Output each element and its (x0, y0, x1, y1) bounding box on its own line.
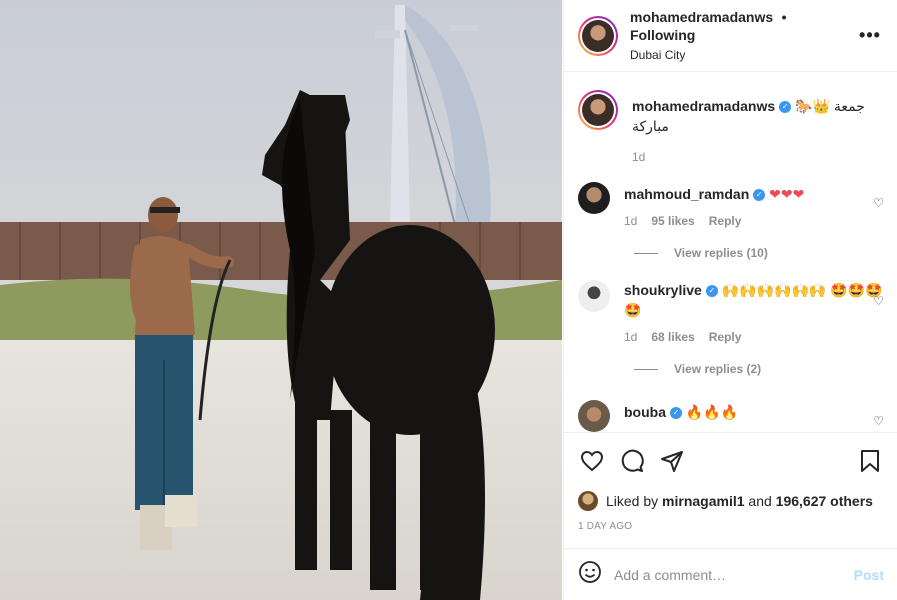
commenter-username[interactable]: bouba (624, 404, 666, 420)
likes-others-count[interactable]: 196,627 others (776, 493, 873, 509)
post-location[interactable]: Dubai City (630, 48, 856, 62)
more-options-icon[interactable]: ••• (856, 25, 884, 46)
following-button[interactable]: Following (630, 27, 695, 43)
view-replies-label: View replies (10) (674, 246, 768, 260)
reply-button[interactable]: Reply (709, 330, 742, 344)
liked-by-label: Liked by (606, 493, 659, 509)
comment-text: ❤❤❤ (769, 186, 805, 202)
heart-outline-icon[interactable] (578, 447, 606, 475)
likes-and: and (748, 493, 772, 509)
caption-username[interactable]: mohamedramadanws (632, 98, 775, 114)
comment-like-heart-icon[interactable]: ♡ (873, 196, 884, 210)
comment-like-heart-icon[interactable]: ♡ (873, 294, 884, 308)
comment-like-heart-icon[interactable]: ♡ (873, 414, 884, 428)
commenter-avatar[interactable] (578, 182, 610, 214)
view-replies-button[interactable]: View replies (2) (634, 362, 884, 376)
liker-avatar[interactable] (578, 491, 598, 511)
post-comment-button[interactable]: Post (854, 567, 884, 583)
liker-username[interactable]: mirnagamil1 (662, 493, 744, 509)
bookmark-icon[interactable] (856, 447, 884, 475)
post-side-panel: mohamedramadanws • Following Dubai City … (563, 0, 897, 600)
smiley-icon[interactable] (578, 560, 602, 589)
photo-illustration (0, 0, 562, 600)
comment-item: shoukrylive ✓ 🙌🙌🙌🙌🙌🙌 🤩🤩🤩🤩 1d 68 likes Rep… (578, 280, 884, 344)
post-time-ago[interactable]: 1 DAY AGO (578, 521, 884, 532)
commenter-avatar[interactable] (578, 400, 610, 432)
verified-badge-icon: ✓ (753, 189, 766, 202)
caption: mohamedramadanws ✓ 🐎👑 جمعة مباركة 1d (578, 90, 884, 164)
view-replies-label: View replies (2) (674, 362, 762, 376)
comment-item: mahmoud_ramdan ✓ ❤❤❤ 1d 95 likes Reply ♡ (578, 182, 884, 228)
comment-time[interactable]: 1d (624, 214, 637, 228)
author-username[interactable]: mohamedramadanws (630, 9, 773, 25)
comments-list[interactable]: mohamedramadanws ✓ 🐎👑 جمعة مباركة 1d mahm… (564, 73, 897, 432)
post-header: mohamedramadanws • Following Dubai City … (564, 0, 897, 72)
comment-time[interactable]: 1d (624, 330, 637, 344)
speech-bubble-icon[interactable] (618, 447, 646, 475)
verified-badge-icon: ✓ (705, 285, 718, 298)
likes-summary: Liked by mirnagamil1 and 196,627 others (578, 491, 884, 511)
caption-time[interactable]: 1d (632, 150, 645, 164)
verified-badge-icon: ✓ (670, 407, 682, 420)
paper-plane-icon[interactable] (658, 447, 686, 475)
comment-item: bouba ✓ 🔥🔥🔥 ♡ (578, 400, 884, 432)
replies-divider (634, 368, 658, 370)
commenter-avatar[interactable] (578, 280, 610, 312)
comment-likes[interactable]: 95 likes (651, 214, 694, 228)
view-replies-button[interactable]: View replies (10) (634, 246, 884, 260)
header-separator: • (781, 9, 787, 25)
caption-avatar[interactable] (578, 90, 618, 130)
post-photo[interactable] (0, 0, 562, 600)
comment-likes[interactable]: 68 likes (651, 330, 694, 344)
commenter-username[interactable]: shoukrylive (624, 282, 702, 298)
replies-divider (634, 252, 658, 254)
commenter-username[interactable]: mahmoud_ramdan (624, 186, 749, 202)
add-comment-bar: Post (564, 548, 897, 600)
comment-input[interactable] (614, 566, 854, 583)
author-avatar[interactable] (578, 15, 618, 56)
post-actions: Liked by mirnagamil1 and 196,627 others … (564, 432, 897, 532)
reply-button[interactable]: Reply (709, 214, 742, 228)
verified-badge-icon: ✓ (779, 101, 792, 114)
comment-text: 🔥🔥🔥 (685, 404, 739, 420)
